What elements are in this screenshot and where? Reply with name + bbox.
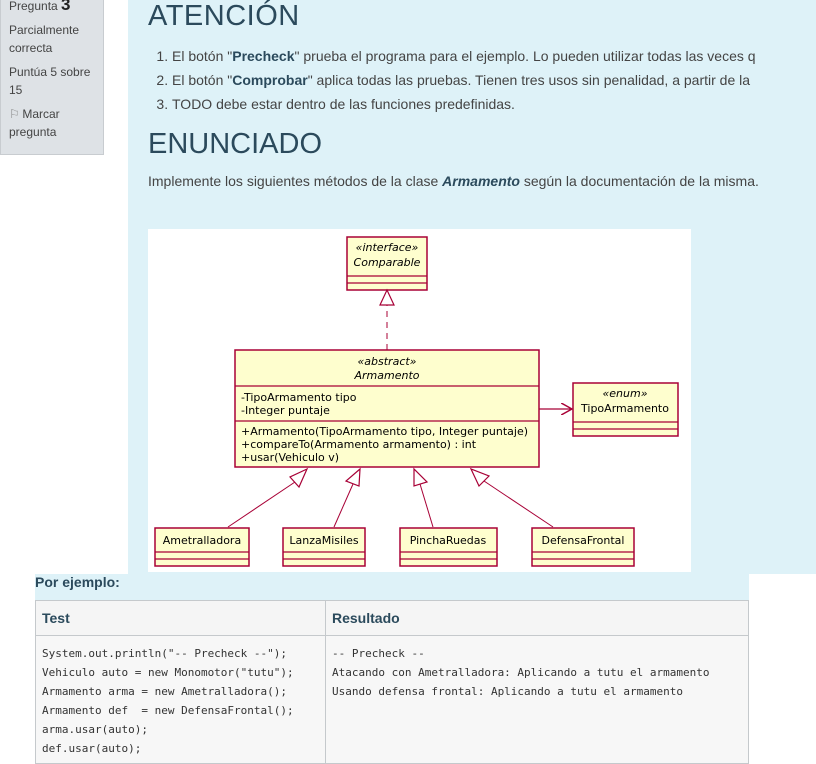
result-cell: -- Precheck -- Atacando con Ametrallador… bbox=[325, 635, 749, 764]
armamento-method: +compareTo(Armamento armamento) : int bbox=[241, 438, 477, 451]
attention-item: TODO debe estar dentro de las funciones … bbox=[172, 92, 756, 116]
attention-item-text: " aplica todas las pruebas. Tienen tres … bbox=[307, 72, 751, 88]
test-code-line: Armamento def = new DefensaFrontal(); bbox=[42, 704, 294, 717]
tipo-stereotype: «enum» bbox=[602, 387, 647, 400]
inheritance-edges bbox=[227, 467, 554, 528]
intro-text: Implemente los siguientes métodos de la … bbox=[148, 173, 443, 189]
uml-enum-tipoarmamento: «enum» TipoArmamento bbox=[572, 382, 679, 437]
attention-item-text: El botón " bbox=[172, 48, 233, 64]
attention-item-bold: Comprobar bbox=[232, 72, 308, 88]
comparable-name: Comparable bbox=[354, 256, 421, 269]
attention-list: El botón "Precheck" prueba el programa p… bbox=[148, 44, 756, 116]
enunciado-title: ENUNCIADO bbox=[148, 128, 323, 160]
uml-class-pincharuedas: PinchaRuedas bbox=[399, 527, 498, 567]
tipo-name: TipoArmamento bbox=[580, 402, 669, 415]
test-code-line: Armamento arma = new Ametralladora(); bbox=[42, 685, 288, 698]
question-content: ATENCIÓN El botón "Precheck" prueba el p… bbox=[128, 0, 816, 574]
subclass-name: PinchaRuedas bbox=[410, 534, 487, 547]
uml-svg: «interface» Comparable «abstract» Armame… bbox=[154, 236, 679, 567]
test-cell: System.out.println("-- Precheck --"); Ve… bbox=[35, 635, 326, 764]
examples-section: Por ejemplo: Test Resultado System.out.p… bbox=[35, 574, 749, 764]
subclass-name: Ametralladora bbox=[163, 534, 241, 547]
intro-text: según la documentación de la misma. bbox=[519, 173, 759, 189]
flag-question-link[interactable]: ⚐ Marcar pregunta bbox=[9, 105, 95, 141]
result-line: Atacando con Ametralladora: Aplicando a … bbox=[332, 666, 710, 679]
question-number: Pregunta 3 bbox=[9, 0, 95, 15]
test-code-line: System.out.println("-- Precheck --"); bbox=[42, 647, 288, 660]
armamento-attribute: -Integer puntaje bbox=[241, 404, 330, 417]
column-header-result: Resultado bbox=[325, 600, 749, 636]
uml-class-diagram: «interface» Comparable «abstract» Armame… bbox=[148, 229, 691, 572]
subclass-name: DefensaFrontal bbox=[542, 534, 625, 547]
uml-class-lanzamisiles: LanzaMisiles bbox=[282, 527, 366, 567]
examples-table: Test Resultado System.out.println("-- Pr… bbox=[35, 600, 749, 764]
attention-item-bold: Precheck bbox=[232, 48, 295, 64]
test-code-line: arma.usar(auto); bbox=[42, 723, 148, 736]
attention-item-text: " prueba el programa para el ejemplo. Lo… bbox=[294, 48, 756, 64]
attention-item-text: TODO debe estar dentro de las funciones … bbox=[172, 96, 515, 112]
subclass-name: LanzaMisiles bbox=[289, 534, 359, 547]
realization-arrowhead bbox=[379, 288, 395, 306]
table-header-row: Test Resultado bbox=[35, 600, 749, 636]
attention-item-text: El botón " bbox=[172, 72, 233, 88]
question-status: Parcialmente correcta bbox=[9, 23, 80, 55]
armamento-attribute: -TipoArmamento tipo bbox=[241, 391, 357, 404]
result-line: -- Precheck -- bbox=[332, 647, 425, 660]
armamento-method: +usar(Vehiculo v) bbox=[241, 451, 339, 464]
question-score: Puntúa 5 sobre 15 bbox=[9, 65, 91, 97]
question-number-value: 3 bbox=[61, 0, 71, 14]
flag-icon: ⚐ bbox=[9, 107, 20, 121]
uml-class-defensafrontal: DefensaFrontal bbox=[531, 527, 635, 567]
uml-class-ametralladora: Ametralladora bbox=[154, 527, 250, 567]
enunciado-intro: Implemente los siguientes métodos de la … bbox=[148, 173, 759, 189]
column-header-test: Test bbox=[35, 600, 326, 636]
test-code-line: Vehiculo auto = new Monomotor("tutu"); bbox=[42, 666, 294, 679]
intro-class-name: Armamento bbox=[442, 173, 520, 189]
armamento-name: Armamento bbox=[353, 369, 419, 382]
result-line: Usando defensa frontal: Aplicando a tutu… bbox=[332, 685, 683, 698]
comparable-stereotype: «interface» bbox=[356, 241, 419, 254]
uml-class-armamento: «abstract» Armamento -TipoArmamento tipo… bbox=[234, 349, 540, 468]
armamento-method: +Armamento(TipoArmamento tipo, Integer p… bbox=[241, 425, 528, 438]
examples-header: Por ejemplo: bbox=[35, 574, 120, 590]
table-row: System.out.println("-- Precheck --"); Ve… bbox=[35, 635, 749, 764]
attention-item: El botón "Precheck" prueba el programa p… bbox=[172, 44, 756, 68]
uml-class-comparable: «interface» Comparable bbox=[346, 236, 428, 291]
attention-item: El botón "Comprobar" aplica todas las pr… bbox=[172, 68, 756, 92]
question-info-panel: Pregunta 3 Parcialmente correcta Puntúa … bbox=[0, 0, 104, 155]
test-code-line: def.usar(auto); bbox=[42, 742, 142, 755]
armamento-stereotype: «abstract» bbox=[358, 355, 417, 368]
attention-title: ATENCIÓN bbox=[148, 0, 300, 32]
question-label: Pregunta bbox=[9, 0, 58, 13]
